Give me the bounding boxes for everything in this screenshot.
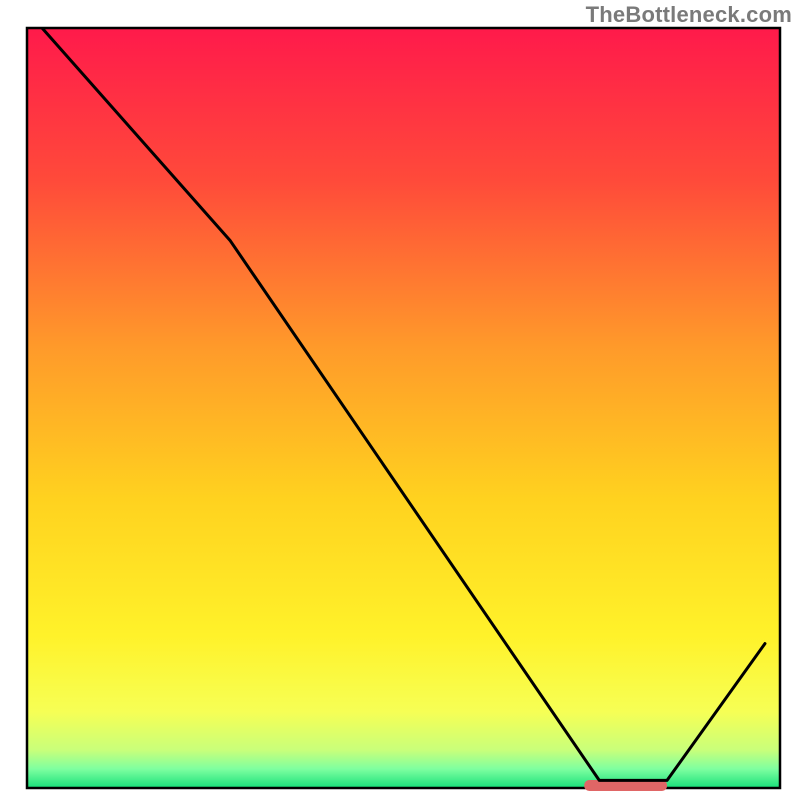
plot-background — [27, 28, 780, 788]
bottleneck-chart — [0, 0, 800, 800]
chart-root: TheBottleneck.com — [0, 0, 800, 800]
